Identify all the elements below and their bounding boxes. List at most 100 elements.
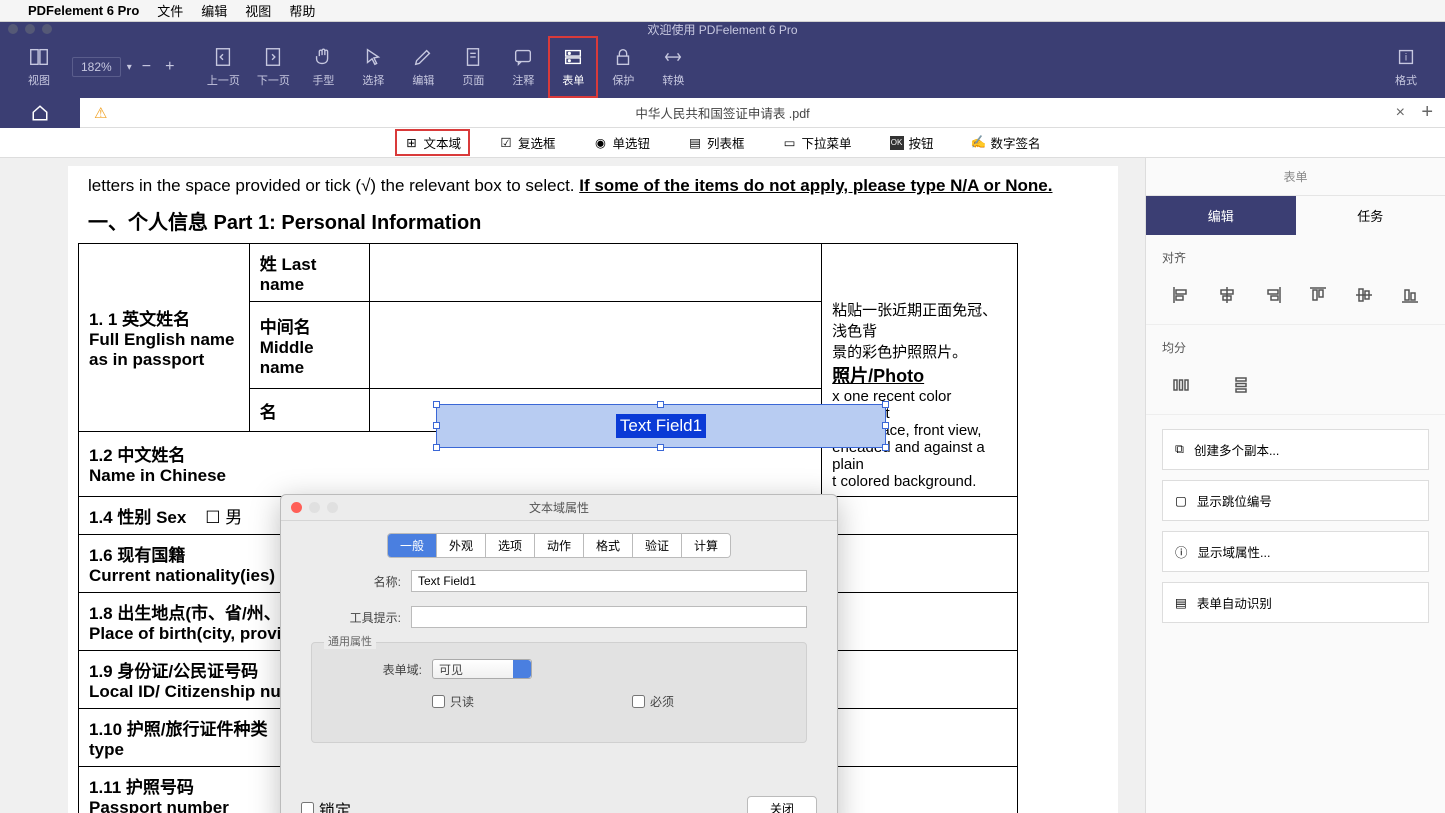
document-canvas[interactable]: letters in the space provided or tick (√…: [0, 158, 1145, 813]
macos-menubar: PDFelement 6 Pro 文件 编辑 视图 帮助: [0, 0, 1445, 22]
zoom-in-button[interactable]: +: [161, 58, 178, 76]
taborder-icon: ▢: [1175, 493, 1187, 508]
show-tab-order-button[interactable]: ▢显示跳位编号: [1162, 480, 1429, 521]
textfield-tool[interactable]: ⊞文本域: [396, 130, 469, 155]
tooltip-label: 工具提示:: [311, 609, 411, 626]
tooltip-input[interactable]: [411, 606, 807, 628]
page-button[interactable]: 页面: [448, 36, 498, 98]
window-controls[interactable]: [8, 24, 52, 34]
annotate-button[interactable]: 注释: [498, 36, 548, 98]
dialog-tabs[interactable]: 一般 外观 选项 动作 格式 验证 计算: [387, 533, 731, 558]
form-button[interactable]: 表单: [548, 36, 598, 98]
new-tab-button[interactable]: +: [1421, 101, 1433, 124]
panel-title: 表单: [1146, 158, 1445, 196]
align-title: 对齐: [1162, 249, 1429, 266]
window-titlebar: 欢迎使用 PDFelement 6 Pro: [0, 22, 1445, 36]
align-left-button[interactable]: [1166, 280, 1196, 310]
dialog-titlebar[interactable]: 文本域属性: [281, 495, 837, 521]
app-name[interactable]: PDFelement 6 Pro: [28, 3, 139, 18]
panel-tab-edit[interactable]: 编辑: [1146, 196, 1296, 235]
dialog-tab-general[interactable]: 一般: [388, 534, 437, 557]
menu-edit[interactable]: 编辑: [201, 1, 227, 20]
checkbox-tool[interactable]: ☑复选框: [491, 130, 564, 155]
auto-recognize-button[interactable]: ▤表单自动识别: [1162, 582, 1429, 623]
required-checkbox[interactable]: 必须: [632, 693, 732, 710]
properties-icon: ⓘ: [1175, 542, 1188, 561]
radio-tool[interactable]: ◉单选钮: [585, 130, 658, 155]
select-tool-button[interactable]: 选择: [348, 36, 398, 98]
align-center-v-button[interactable]: [1349, 280, 1379, 310]
view-button[interactable]: 视图: [14, 36, 64, 98]
align-bottom-button[interactable]: [1395, 280, 1425, 310]
dropdown-tool[interactable]: ▭下拉菜单: [775, 130, 860, 155]
align-center-h-button[interactable]: [1212, 280, 1242, 310]
checkbox-icon: ☑: [499, 136, 513, 150]
svg-text:i: i: [1405, 53, 1407, 64]
home-icon: [31, 104, 49, 122]
dialog-tab-format[interactable]: 格式: [584, 534, 633, 557]
form-toolbar: ⊞文本域 ☑复选框 ◉单选钮 ▤列表框 ▭下拉菜单 OK按钮 ✍数字签名: [0, 128, 1445, 158]
zoom-value[interactable]: 182%: [72, 57, 121, 77]
document-tabbar: ⚠ 中华人民共和国签证申请表 .pdf × +: [0, 98, 1445, 128]
distribute-h-button[interactable]: [1166, 370, 1196, 400]
listbox-tool[interactable]: ▤列表框: [680, 130, 753, 155]
dialog-tab-appearance[interactable]: 外观: [437, 534, 486, 557]
group-title: 通用属性: [324, 633, 376, 649]
document-title: 中华人民共和国签证申请表 .pdf: [635, 103, 809, 122]
dialog-tab-options[interactable]: 选项: [486, 534, 535, 557]
signature-icon: ✍: [972, 136, 986, 150]
name-label: 名称:: [311, 573, 411, 590]
instruction-text: letters in the space provided or tick (√…: [88, 176, 579, 195]
textfield-icon: ⊞: [404, 136, 418, 150]
warning-icon[interactable]: ⚠: [94, 104, 107, 122]
visibility-label: 表单域:: [332, 661, 432, 678]
close-button[interactable]: 关闭: [747, 796, 817, 813]
show-properties-button[interactable]: ⓘ显示域属性...: [1162, 531, 1429, 572]
copies-icon: ⧉: [1175, 442, 1184, 457]
menu-help[interactable]: 帮助: [289, 1, 315, 20]
next-page-button[interactable]: 下一页: [248, 36, 298, 98]
lock-checkbox[interactable]: 锁定: [301, 797, 351, 813]
protect-button[interactable]: 保护: [598, 36, 648, 98]
dialog-title: 文本域属性: [529, 499, 589, 516]
readonly-checkbox[interactable]: 只读: [432, 693, 532, 710]
dialog-window-controls[interactable]: [291, 502, 338, 513]
button-tool[interactable]: OK按钮: [882, 130, 942, 155]
prev-page-button[interactable]: 上一页: [198, 36, 248, 98]
recognize-icon: ▤: [1175, 595, 1187, 610]
distribute-v-button[interactable]: [1226, 370, 1256, 400]
name-input[interactable]: [411, 570, 807, 592]
dialog-tab-calculate[interactable]: 计算: [682, 534, 730, 557]
distribute-title: 均分: [1162, 339, 1429, 356]
hand-tool-button[interactable]: 手型: [298, 36, 348, 98]
format-button[interactable]: i格式: [1381, 36, 1431, 98]
window-title: 欢迎使用 PDFelement 6 Pro: [647, 21, 797, 38]
instruction-bold: If some of the items do not apply, pleas…: [579, 176, 1052, 195]
properties-dialog: 文本域属性 一般 外观 选项 动作 格式 验证 计算 名称: 工具提示: 通用属…: [280, 494, 838, 813]
align-right-button[interactable]: [1258, 280, 1288, 310]
home-tab[interactable]: [0, 98, 80, 128]
visibility-select[interactable]: 可见: [432, 659, 532, 679]
dialog-tab-actions[interactable]: 动作: [535, 534, 584, 557]
textfield-widget[interactable]: Text Field1: [436, 404, 886, 448]
radio-icon: ◉: [593, 136, 607, 150]
dialog-tab-validate[interactable]: 验证: [633, 534, 682, 557]
right-panel: 表单 编辑 任务 对齐 均分 ⧉创建多个副本... ▢显示: [1145, 158, 1445, 813]
button-icon: OK: [890, 136, 904, 150]
dropdown-icon: ▭: [783, 136, 797, 150]
convert-button[interactable]: 转换: [648, 36, 698, 98]
close-tab-button[interactable]: ×: [1396, 104, 1405, 122]
create-copies-button[interactable]: ⧉创建多个副本...: [1162, 429, 1429, 470]
listbox-icon: ▤: [688, 136, 702, 150]
menu-view[interactable]: 视图: [245, 1, 271, 20]
menu-file[interactable]: 文件: [157, 1, 183, 20]
panel-tab-task[interactable]: 任务: [1296, 196, 1445, 235]
zoom-control[interactable]: 182%▾ − +: [64, 57, 186, 77]
align-top-button[interactable]: [1303, 280, 1333, 310]
zoom-out-button[interactable]: −: [138, 58, 155, 76]
main-toolbar: 视图 182%▾ − + 上一页 下一页 手型 选择 编辑 页面 注释 表单 保…: [0, 36, 1445, 98]
textfield-label: Text Field1: [616, 414, 706, 438]
section-title: 一、个人信息 Part 1: Personal Information: [68, 196, 1118, 243]
edit-button[interactable]: 编辑: [398, 36, 448, 98]
signature-tool[interactable]: ✍数字签名: [964, 130, 1049, 155]
